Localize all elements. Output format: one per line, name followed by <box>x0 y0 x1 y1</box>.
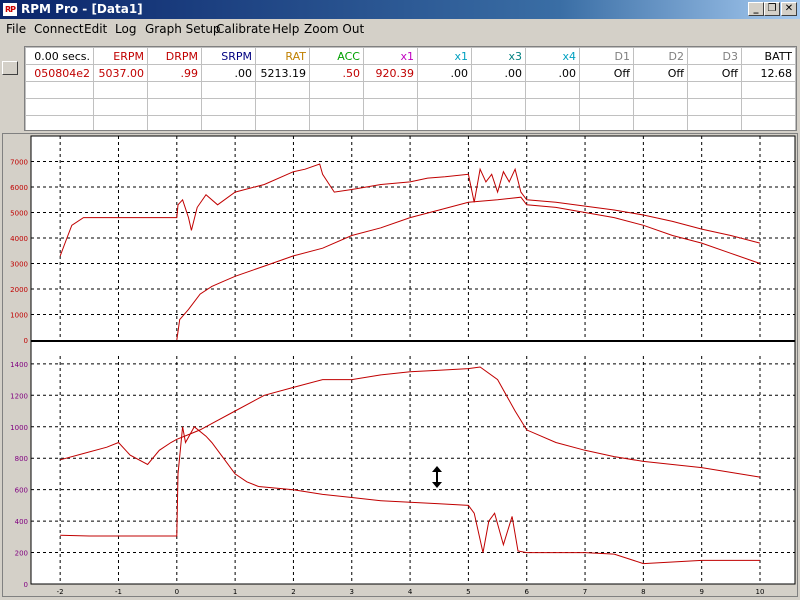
window-title: RPM Pro - [Data1] <box>21 2 143 16</box>
grid-header-cell: DRPM <box>147 47 202 65</box>
y-tick-label: 2000 <box>10 286 28 294</box>
plot-area <box>30 135 796 585</box>
y-tick-label: 800 <box>15 455 28 463</box>
menu-help[interactable]: Help <box>272 22 299 36</box>
y-tick-label: 7000 <box>10 159 28 167</box>
grid-value-cell: .50 <box>309 64 364 82</box>
app-icon: RP <box>3 3 17 16</box>
x-tick-label: 0 <box>175 588 179 596</box>
y-tick-label: 0 <box>24 581 28 589</box>
x-tick-label: 8 <box>641 588 645 596</box>
menu-bar: File Connect Edit Log Graph Setup Calibr… <box>0 19 800 38</box>
grid-value-cell: .00 <box>525 64 580 82</box>
grid-header-cell: ACC <box>309 47 364 65</box>
menu-file[interactable]: File <box>6 22 26 36</box>
grid-header-cell: D1 <box>579 47 634 65</box>
restore-button[interactable]: ❐ <box>764 2 780 16</box>
y-tick-label: 1000 <box>10 424 28 432</box>
grid-value-cell: 5037.00 <box>93 64 148 82</box>
x-tick-label: 10 <box>756 588 765 596</box>
grid-value-cell: .00 <box>417 64 472 82</box>
y-tick-label: 1000 <box>10 312 28 320</box>
grid-header-cell: SRPM <box>201 47 256 65</box>
grid-value-cell: .99 <box>147 64 202 82</box>
menu-connect[interactable]: Connect <box>34 22 84 36</box>
grid-header-cell: x3 <box>471 47 526 65</box>
grid-header-cell: BATT <box>741 47 796 65</box>
grid-header-cell: D2 <box>633 47 688 65</box>
x-tick-label: 9 <box>699 588 703 596</box>
x-tick-label: 4 <box>408 588 413 596</box>
x-tick-label: 3 <box>350 588 354 596</box>
menu-zoom-out[interactable]: Zoom Out <box>304 22 364 36</box>
grid-value-cell: 12.68 <box>741 64 796 82</box>
data-grid: 0.00 secs. ERPM DRPM SRPM RAT ACC x1 x1 … <box>25 47 796 130</box>
y-tick-label: 600 <box>15 487 28 495</box>
x-tick-label: 1 <box>233 588 237 596</box>
grid-empty-row <box>25 115 796 130</box>
grid-value-cell: 050804e2 <box>25 64 94 82</box>
x-tick-label: -2 <box>57 588 64 596</box>
y-tick-label: 400 <box>15 518 28 526</box>
grid-header-cell: 0.00 secs. <box>25 47 94 65</box>
grid-value-row: 050804e2 5037.00 .99 .00 5213.19 .50 920… <box>25 64 796 82</box>
close-button[interactable]: ✕ <box>781 2 797 16</box>
menu-edit[interactable]: Edit <box>84 22 107 36</box>
grid-header-cell: D3 <box>687 47 742 65</box>
vertical-resize-icon[interactable] <box>431 466 443 488</box>
y-tick-label: 5000 <box>10 210 28 218</box>
graph-frame: 0 1000 2000 3000 4000 5000 6000 7000 0 200 400 600 8… <box>2 133 798 597</box>
grid-value-cell: Off <box>579 64 634 82</box>
grid-empty-row <box>25 98 796 116</box>
grid-value-cell: 920.39 <box>363 64 418 82</box>
data-grid-panel: 0.00 secs. ERPM DRPM SRPM RAT ACC x1 x1 … <box>24 46 797 131</box>
grid-header-cell: RAT <box>255 47 310 65</box>
rpm-graph[interactable]: 0 1000 2000 3000 4000 5000 6000 7000 0 200 400 600 8… <box>3 134 797 596</box>
title-bar: RP RPM Pro - [Data1] _ ❐ ✕ <box>0 0 800 19</box>
grid-header-row: 0.00 secs. ERPM DRPM SRPM RAT ACC x1 x1 … <box>25 47 796 65</box>
minimize-button[interactable]: _ <box>748 2 764 16</box>
grid-header-cell: x1 <box>363 47 418 65</box>
grid-value-cell: .00 <box>471 64 526 82</box>
grid-header-cell: x4 <box>525 47 580 65</box>
grid-value-cell: Off <box>633 64 688 82</box>
grid-header-cell: x1 <box>417 47 472 65</box>
y-tick-label: 4000 <box>10 235 28 243</box>
x-tick-label: 2 <box>291 588 295 596</box>
grid-select-button[interactable] <box>2 61 18 75</box>
x-tick-label: 5 <box>466 588 470 596</box>
grid-value-cell: 5213.19 <box>255 64 310 82</box>
y-tick-label: 6000 <box>10 184 28 192</box>
x-tick-label: 7 <box>583 588 587 596</box>
grid-header-cell: ERPM <box>93 47 148 65</box>
y-tick-label: 3000 <box>10 261 28 269</box>
menu-calibrate[interactable]: Calibrate <box>216 22 270 36</box>
grid-empty-row <box>25 81 796 99</box>
y-tick-label: 200 <box>15 550 28 558</box>
x-tick-label: 6 <box>524 588 529 596</box>
y-tick-label: 1200 <box>10 392 28 400</box>
grid-value-cell: Off <box>687 64 742 82</box>
y-tick-label: 0 <box>24 337 28 345</box>
menu-graph-setup[interactable]: Graph Setup <box>145 22 221 36</box>
menu-log[interactable]: Log <box>115 22 136 36</box>
grid-value-cell: .00 <box>201 64 256 82</box>
y-tick-label: 1400 <box>10 361 28 369</box>
x-tick-label: -1 <box>115 588 122 596</box>
